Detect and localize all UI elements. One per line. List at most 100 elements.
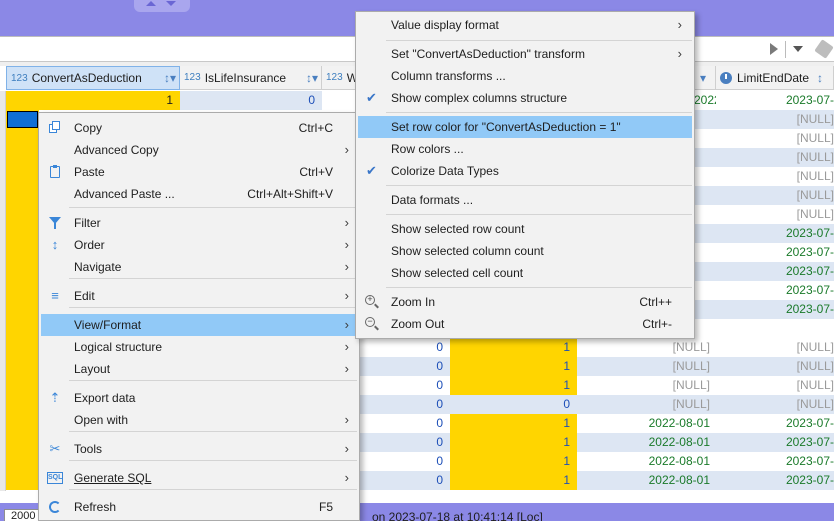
cell-date[interactable] (694, 300, 716, 319)
submenu-item-show-selected-row-count[interactable]: Show selected row count (358, 218, 692, 240)
submenu-item-data-formats[interactable]: Data formats ... (358, 189, 692, 211)
cell-date[interactable] (694, 110, 716, 129)
menu-item-order[interactable]: ↕ Order › (41, 234, 359, 256)
cell-w-value[interactable]: 1 (450, 414, 577, 433)
column-header-islifeinsurance[interactable]: 123 IsLifeInsurance ↕▾ (180, 66, 322, 90)
cell-limit-end-date[interactable]: 2023-07- (716, 471, 834, 490)
clear-filter-icon[interactable] (814, 39, 834, 59)
filter-history-dropdown-icon[interactable] (793, 46, 803, 52)
menu-item-advanced-copy[interactable]: Advanced Copy › (41, 139, 359, 161)
submenu-item-colorize-data-types[interactable]: ✔ Colorize Data Types (358, 160, 692, 182)
submenu-item-set-convertasdeduction-transform[interactable]: Set "ConvertAsDeduction" transform › (358, 43, 692, 65)
cell-limit-end-date[interactable]: 2023-07- (716, 300, 834, 319)
cell-date[interactable] (694, 186, 716, 205)
cell-islife-value[interactable]: 0 (360, 433, 450, 452)
cell-islife-value[interactable]: 0 (360, 395, 450, 414)
cell-limit-end-date[interactable]: 2023-07- (716, 433, 834, 452)
cell-date[interactable] (694, 148, 716, 167)
sort-icon[interactable]: ▾ (700, 71, 706, 85)
cell-limit-end-date[interactable]: 2023-07- (716, 91, 834, 110)
menu-item-edit[interactable]: ≡ Edit › (41, 285, 359, 307)
submenu-item-zoom-out[interactable]: − Zoom Out Ctrl+- (358, 313, 692, 335)
cell-w-value[interactable]: 1 (450, 357, 577, 376)
cell-convert-row-1[interactable]: 1 (6, 91, 180, 110)
cell-islife-row-1[interactable]: 0 (180, 91, 322, 110)
submenu-item-set-row-color-for-convertasdeduction-1[interactable]: Set row color for "ConvertAsDeduction = … (358, 116, 692, 138)
cell-date-value[interactable]: 2022-08-01 (577, 471, 716, 490)
sort-icon[interactable]: ↕▾ (306, 71, 318, 85)
menu-item-layout[interactable]: Layout › (41, 358, 359, 380)
cell-limit-end-date[interactable]: [NULL] (716, 129, 834, 148)
column-header-convertasdeduction[interactable]: 123 ConvertAsDeduction ↕▾ (6, 66, 180, 90)
cell-date[interactable] (694, 205, 716, 224)
sort-icon[interactable]: ↕▾ (164, 71, 176, 85)
cell-limit-end-date[interactable]: [NULL] (716, 167, 834, 186)
cell-date[interactable] (694, 262, 716, 281)
menu-item-refresh[interactable]: Refresh F5 (41, 496, 359, 518)
column-header-limitenddate[interactable]: LimitEndDate ↕ (716, 66, 834, 90)
cell-date[interactable] (694, 224, 716, 243)
cell-islife-value[interactable]: 0 (360, 452, 450, 471)
menu-item-navigate[interactable]: Navigate › (41, 256, 359, 278)
submenu-item-column-transforms[interactable]: Column transforms ... (358, 65, 692, 87)
cell-w-value[interactable]: 1 (450, 452, 577, 471)
cell-limit-end-date[interactable]: 2023-07- (716, 224, 834, 243)
menu-item-paste[interactable]: Paste Ctrl+V (41, 161, 359, 183)
cell-limit-end-date[interactable]: 2023-07- (716, 243, 834, 262)
submenu-item-row-colors[interactable]: Row colors ... (358, 138, 692, 160)
cell-date[interactable] (694, 281, 716, 300)
selected-cell[interactable] (7, 111, 38, 128)
cell-limit-end-date[interactable]: [NULL] (716, 395, 834, 414)
menu-item-copy[interactable]: Copy Ctrl+C (41, 117, 359, 139)
cell-date-value[interactable]: 2022-08-01 (577, 433, 716, 452)
cell-islife-value[interactable]: 0 (360, 471, 450, 490)
submenu-item-value-display-format[interactable]: Value display format › (358, 14, 692, 36)
sort-icon[interactable]: ↕ (817, 71, 823, 85)
collapse-panel-toggle[interactable] (134, 0, 190, 12)
cell-islife-value[interactable]: 0 (360, 376, 450, 395)
submenu-item-show-complex-columns-structure[interactable]: ✔ Show complex columns structure (358, 87, 692, 109)
cell-w-value[interactable]: 1 (450, 376, 577, 395)
cell-limit-end-date[interactable]: 2023-07- (716, 281, 834, 300)
cell-w-value[interactable]: 0 (450, 395, 577, 414)
menu-item-open-with[interactable]: Open with › (41, 409, 359, 431)
cell-date-value[interactable]: 2022-08-01 (577, 452, 716, 471)
cell-islife-value[interactable]: 0 (360, 338, 450, 357)
cell-date-value[interactable]: 2022-08-01 (577, 414, 716, 433)
cell-islife-value[interactable]: 0 (360, 357, 450, 376)
submenu-item-show-selected-cell-count[interactable]: Show selected cell count (358, 262, 692, 284)
cell-limit-end-date[interactable]: 2023-07- (716, 262, 834, 281)
menu-item-generate-sql[interactable]: SQL Generate SQL › (41, 467, 359, 489)
cell-date[interactable] (694, 167, 716, 186)
cell-limit-end-date[interactable]: [NULL] (716, 148, 834, 167)
cell-w-value[interactable]: 1 (450, 471, 577, 490)
column-header-w[interactable]: 123 W (322, 66, 356, 90)
submenu-item-zoom-in[interactable]: + Zoom In Ctrl++ (358, 291, 692, 313)
menu-item-logical-structure[interactable]: Logical structure › (41, 336, 359, 358)
cell-date-value[interactable]: [NULL] (577, 357, 716, 376)
cell-w-value[interactable]: 1 (450, 433, 577, 452)
cell-limit-end-date[interactable]: [NULL] (716, 338, 834, 357)
cell-date[interactable] (694, 243, 716, 262)
cell-limit-end-date[interactable]: [NULL] (716, 186, 834, 205)
cell-limit-end-date[interactable]: 2023-07- (716, 452, 834, 471)
menu-item-export-data[interactable]: ⇡ Export data (41, 387, 359, 409)
cell-limit-end-date[interactable]: 2023-07- (716, 414, 834, 433)
apply-filter-icon[interactable] (770, 43, 778, 55)
cell-limit-end-date[interactable]: [NULL] (716, 110, 834, 129)
cell-limit-end-date[interactable]: [NULL] (716, 205, 834, 224)
cell-limit-end-date[interactable]: [NULL] (716, 376, 834, 395)
cell-w-value[interactable]: 1 (450, 338, 577, 357)
cell-date[interactable] (694, 129, 716, 148)
cell-date-value[interactable]: [NULL] (577, 376, 716, 395)
cell-limit-end-date[interactable]: [NULL] (716, 357, 834, 376)
cell-date[interactable]: 2022-08-01 (694, 91, 716, 110)
cell-islife-value[interactable]: 0 (360, 414, 450, 433)
menu-item-view-format[interactable]: View/Format › (41, 314, 359, 336)
cell-date-value[interactable]: [NULL] (577, 338, 716, 357)
menu-item-advanced-paste[interactable]: Advanced Paste ... Ctrl+Alt+Shift+V (41, 183, 359, 205)
cell-date-value[interactable]: [NULL] (577, 395, 716, 414)
menu-item-filter[interactable]: Filter › (41, 212, 359, 234)
submenu-item-show-selected-column-count[interactable]: Show selected column count (358, 240, 692, 262)
menu-item-tools[interactable]: ✂ Tools › (41, 438, 359, 460)
